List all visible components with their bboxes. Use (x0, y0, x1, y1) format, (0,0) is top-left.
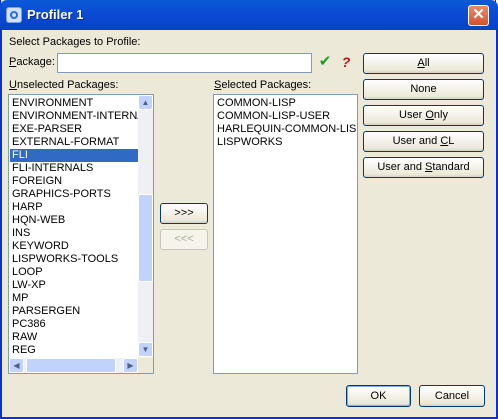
package-label: Package: (9, 56, 55, 68)
unselected-vertical-scrollbar[interactable]: ▲ ▼ (138, 95, 153, 358)
list-item[interactable]: COMMON-LISP (215, 97, 356, 110)
list-item[interactable]: LW-XP (10, 279, 140, 292)
list-item[interactable]: ENVIRONMENT-INTERNALS (10, 110, 140, 123)
profiler-app-icon (6, 7, 22, 23)
list-item[interactable]: COMMON-LISP-USER (215, 110, 356, 123)
list-item[interactable]: GRAPHICS-PORTS (10, 188, 140, 201)
list-item[interactable]: RAW (10, 331, 140, 344)
cancel-button[interactable]: Cancel (419, 385, 485, 407)
list-item[interactable]: REG (10, 344, 140, 357)
all-button[interactable]: All (363, 53, 484, 74)
scroll-right-arrow-icon[interactable]: ▶ (123, 358, 138, 373)
list-item[interactable]: INS (10, 227, 140, 240)
scroll-up-arrow-icon[interactable]: ▲ (138, 95, 153, 110)
title-bar[interactable]: Profiler 1 ✕ (0, 0, 498, 30)
unselected-packages-list[interactable]: ENVIRONMENTENVIRONMENT-INTERNALSEXE-PARS… (8, 94, 154, 374)
select-packages-prompt: Select Packages to Profile: (9, 36, 141, 48)
list-item[interactable]: KEYWORD (10, 240, 140, 253)
list-item[interactable]: LISPWORKS-TOOLS (10, 253, 140, 266)
list-item[interactable]: HARLEQUIN-COMMON-LISP (215, 123, 356, 136)
package-input[interactable] (57, 53, 312, 73)
horizontal-scroll-thumb[interactable] (26, 358, 116, 373)
scroll-left-arrow-icon[interactable]: ◀ (9, 358, 24, 373)
list-item[interactable]: HARP (10, 201, 140, 214)
list-item[interactable]: HQN-WEB (10, 214, 140, 227)
ok-button[interactable]: OK (346, 385, 411, 407)
list-item[interactable]: EXTERNAL-FORMAT (10, 136, 140, 149)
list-item[interactable]: PARSERGEN (10, 305, 140, 318)
add-package-button[interactable]: >>> (160, 203, 208, 224)
list-item[interactable]: LOOP (10, 266, 140, 279)
list-item[interactable]: LISPWORKS (215, 136, 356, 149)
close-button[interactable]: ✕ (468, 5, 489, 26)
none-button[interactable]: None (363, 79, 484, 100)
list-item[interactable]: FLI-INTERNALS (10, 162, 140, 175)
list-item[interactable]: ENVIRONMENT (10, 97, 140, 110)
list-item[interactable]: EXE-PARSER (10, 123, 140, 136)
scrollbar-corner (138, 358, 153, 373)
user-and-standard-button[interactable]: User and Standard (363, 157, 484, 178)
list-item[interactable]: PC386 (10, 318, 140, 331)
unselected-horizontal-scrollbar[interactable]: ◀ ▶ (9, 358, 138, 373)
scroll-down-arrow-icon[interactable]: ▼ (138, 342, 153, 357)
list-item[interactable]: FOREIGN (10, 175, 140, 188)
check-icon[interactable]: ✔ (317, 53, 333, 71)
selected-packages-list[interactable]: COMMON-LISP COMMON-LISP-USER HARLEQUIN-COM… (213, 94, 358, 374)
user-only-button[interactable]: User Only (363, 105, 484, 126)
remove-package-button[interactable]: <<< (160, 229, 208, 250)
unselected-packages-label: Unselected Packages: (9, 79, 119, 91)
selected-packages-label: Selected Packages: (214, 79, 312, 91)
window-title: Profiler 1 (27, 7, 84, 22)
user-and-cl-button[interactable]: User and CL (363, 131, 484, 152)
help-icon[interactable]: ? (337, 53, 355, 71)
list-item[interactable]: MP (10, 292, 140, 305)
list-item[interactable]: FLI (10, 149, 140, 162)
vertical-scroll-thumb[interactable] (138, 194, 153, 282)
